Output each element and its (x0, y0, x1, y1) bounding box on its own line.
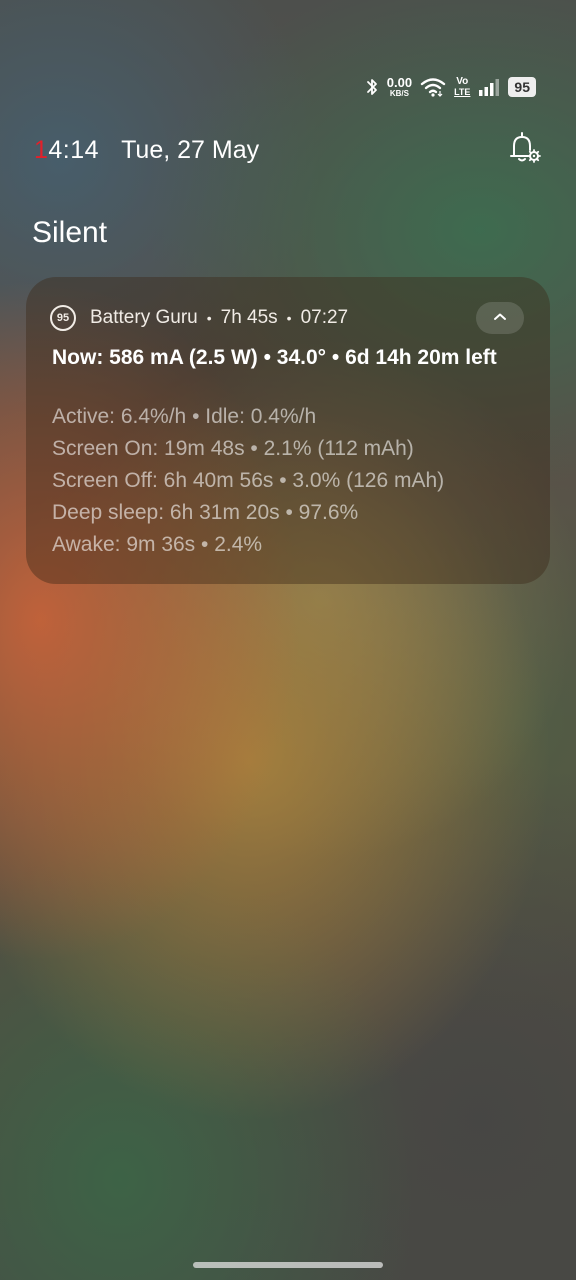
bluetooth-icon (365, 77, 379, 97)
app-icon-text: 95 (56, 312, 70, 324)
body-line: Screen On: 19m 48s • 2.1% (112 mAh) (52, 437, 414, 460)
body-line: Screen Off: 6h 40m 56s • 3.0% (126 mAh) (52, 469, 445, 492)
home-indicator[interactable] (193, 1262, 383, 1268)
network-speed: 0.00 KB/S (387, 76, 412, 98)
notification-settings-button[interactable] (504, 130, 544, 170)
network-speed-unit: KB/S (389, 89, 409, 98)
header: 14:14 Tue, 27 May (34, 130, 544, 170)
wifi-icon (420, 77, 446, 97)
app-icon: 95 (50, 305, 76, 331)
clock-time: 4:14 (48, 135, 100, 164)
volte-indicator: Vo LTE (454, 77, 470, 97)
notification-card[interactable]: 95 Battery Guru • 7h 45s • 07:27 Now: 58… (26, 277, 550, 584)
notification-duration: 7h 45s (220, 307, 278, 328)
notification-header: 95 Battery Guru • 7h 45s • 07:27 (50, 305, 348, 331)
volte-bottom: LTE (454, 87, 471, 97)
body-line: Active: 6.4%/h • Idle: 0.4%/h (52, 405, 317, 428)
date: Tue, 27 May (121, 135, 260, 164)
separator-dot: • (206, 310, 212, 326)
bell-settings-icon (504, 128, 544, 173)
section-title: Silent (32, 216, 108, 249)
status-bar: 0.00 KB/S Vo LTE 95 (365, 74, 536, 100)
chevron-up-icon (493, 309, 507, 327)
clock: 14:14 (34, 136, 99, 165)
battery-icon: 95 (508, 77, 536, 97)
app-name: Battery Guru (90, 307, 198, 328)
volte-top: Vo (456, 76, 469, 87)
separator-dot: • (286, 310, 292, 326)
collapse-button[interactable] (476, 302, 524, 334)
battery-level: 95 (514, 79, 530, 95)
clock-accent-digit: 1 (34, 135, 49, 164)
notification-title: Now: 586 mA (2.5 W) • 34.0° • 6d 14h 20m… (52, 346, 497, 369)
network-speed-value: 0.00 (386, 75, 413, 90)
body-line: Awake: 9m 36s • 2.4% (52, 533, 263, 556)
signal-icon (478, 78, 500, 96)
body-line: Deep sleep: 6h 31m 20s • 97.6% (52, 501, 359, 524)
notification-time: 07:27 (300, 307, 349, 328)
notification-body: Active: 6.4%/h • Idle: 0.4%/h Screen On:… (52, 401, 444, 561)
